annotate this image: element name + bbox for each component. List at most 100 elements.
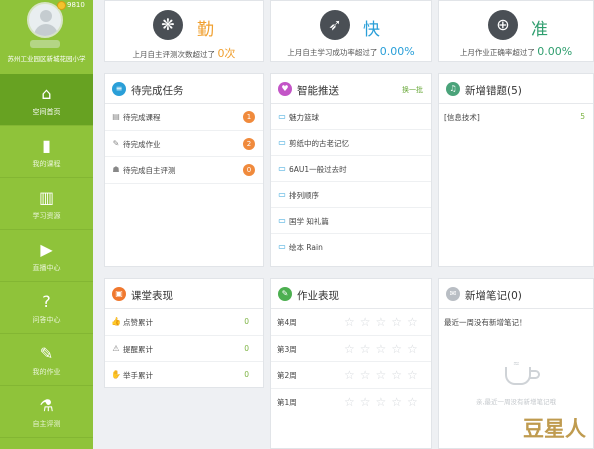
classroom-row: ✋ 举手累计 0 xyxy=(105,362,263,389)
question-icon: ? xyxy=(42,292,51,311)
pencil-icon: ✎ xyxy=(278,287,292,301)
push-item-label: 绘本 Rain xyxy=(289,243,323,252)
nav-item-live[interactable]: ▶ 直播中心 xyxy=(0,230,93,282)
push-item-label: 排列顺序 xyxy=(289,191,319,200)
nav-label: 学习资源 xyxy=(32,212,61,220)
target-icon: ⊕ xyxy=(488,10,518,40)
push-item[interactable]: ▭ 魅力篮球 xyxy=(271,104,431,130)
wrong-count: 5 xyxy=(580,112,585,121)
homework-week-row: 第1周 ☆☆☆☆☆ xyxy=(271,389,431,416)
panel-title: 课堂表现 xyxy=(131,290,173,302)
push-item[interactable]: ▭ 6AU1一般过去时 xyxy=(271,156,431,182)
nav-item-self-test[interactable]: ⚗ 自主评测 xyxy=(0,386,93,438)
stat-card-speed: ➶ 快 上月自主学习成功率超过了 0.00% xyxy=(270,0,432,62)
bell-icon: ♫ xyxy=(446,82,460,96)
nav-label: 问答中心 xyxy=(32,316,61,324)
coffee-cup-icon: ≈ xyxy=(503,359,543,389)
stat-title: 勤 xyxy=(197,20,214,40)
document-icon: ▤ xyxy=(112,112,120,121)
task-label: 待完成自主评测 xyxy=(123,166,176,175)
week-label: 第4周 xyxy=(277,318,297,327)
star-rating: ☆☆☆☆☆ xyxy=(344,368,423,382)
warning-icon: ⚠ xyxy=(112,343,120,353)
push-item[interactable]: ▭ 绘本 Rain xyxy=(271,234,431,260)
task-count-badge: 0 xyxy=(243,164,255,176)
panel-header: ≡ 待完成任务 xyxy=(105,74,263,104)
homework-week-row: 第4周 ☆☆☆☆☆ xyxy=(271,309,431,336)
notes-message-row: 最近一周没有新增笔记！ xyxy=(439,309,593,336)
homework-week-row: 第3周 ☆☆☆☆☆ xyxy=(271,336,431,362)
empty-state-text: 亲,最近一周没有新增笔记哦 xyxy=(475,398,557,406)
push-item[interactable]: ▭ 排列顺序 xyxy=(271,182,431,208)
flask-icon: ⚗ xyxy=(39,396,54,415)
push-item[interactable]: ▭ 国学 知礼篇 xyxy=(271,208,431,234)
panel-title: 智能推送 xyxy=(297,85,339,97)
nav-item-courses[interactable]: ▮ 我的课程 xyxy=(0,126,93,178)
push-panel: ♥ 智能推送 换一批 ▭ 魅力篮球 ▭ 剪纸中的古老记忆 ▭ 6AU1一般过去时… xyxy=(270,73,432,267)
video-icon: ▭ xyxy=(278,216,286,225)
task-row[interactable]: ▤ 待完成课程 1 xyxy=(105,104,263,131)
pencil-icon: ✎ xyxy=(112,138,120,148)
classroom-count: 0 xyxy=(244,317,249,326)
panel-title: 新增笔记(0) xyxy=(465,290,522,302)
subject-label: [信息技术] xyxy=(444,113,480,122)
stat-line: 上月自主学习成功率超过了 0.00% xyxy=(287,45,415,58)
hand-icon: ✋ xyxy=(111,370,121,379)
home-icon: ⌂ xyxy=(41,84,52,103)
task-count-badge: 1 xyxy=(243,111,255,123)
stat-line: 上月自主评测次数超过了 0次 xyxy=(132,47,236,60)
play-icon: ▶ xyxy=(40,240,53,259)
nav-item-resources[interactable]: ▥ 学习资源 xyxy=(0,178,93,230)
star-rating: ☆☆☆☆☆ xyxy=(344,394,423,409)
stat-line: 上月作业正确率超过了 0.00% xyxy=(459,45,573,58)
task-label: 待完成课程 xyxy=(123,113,161,122)
coin-count: 9810 xyxy=(67,1,85,9)
task-row[interactable]: ☗ 待完成自主评测 0 xyxy=(105,157,263,184)
star-rating: ☆☆☆☆☆ xyxy=(344,315,423,329)
push-item[interactable]: ▭ 剪纸中的古老记忆 xyxy=(271,130,431,156)
homework-week-row: 第2周 ☆☆☆☆☆ xyxy=(271,362,431,389)
classroom-count: 0 xyxy=(244,343,249,353)
school-name: 苏州工业园区新城花园小学 xyxy=(7,55,86,63)
panel-title: 新增错题(5) xyxy=(465,85,522,97)
heart-icon: ♥ xyxy=(278,82,292,96)
refresh-link[interactable]: 换一批 xyxy=(402,85,423,95)
clipboard-icon: ▣ xyxy=(112,287,126,301)
notes-message: 最近一周没有新增笔记！ xyxy=(444,318,527,327)
user-name xyxy=(30,40,60,48)
nav-label: 空间首页 xyxy=(32,108,61,116)
classroom-label: 点赞累计 xyxy=(123,318,153,327)
rocket-icon: ➶ xyxy=(320,10,350,40)
classroom-row: 👍 点赞累计 0 xyxy=(105,309,263,336)
stat-title: 快 xyxy=(363,20,380,40)
sidebar-nav: ⌂ 空间首页 ▮ 我的课程 ▥ 学习资源 ▶ 直播中心 ? 问答中心 ✎ 我的作… xyxy=(0,74,93,438)
video-icon: ▭ xyxy=(278,164,286,173)
tasks-panel: ≡ 待完成任务 ▤ 待完成课程 1 ✎ 待完成作业 2 ☗ 待完成自主评测 0 xyxy=(104,73,264,267)
wrong-question-row[interactable]: [信息技术] 5 xyxy=(439,104,593,131)
video-icon: ▭ xyxy=(278,138,286,147)
user-icon: ☗ xyxy=(112,165,120,174)
star-rating: ☆☆☆☆☆ xyxy=(344,341,423,356)
classroom-label: 提醒累计 xyxy=(123,344,153,354)
task-count-badge: 2 xyxy=(243,137,255,150)
thumb-icon: 👍 xyxy=(111,317,121,326)
nav-item-home[interactable]: ⌂ 空间首页 xyxy=(0,74,93,126)
note-icon: ✉ xyxy=(446,287,460,301)
library-icon: ▥ xyxy=(38,188,55,207)
panel-header: ▣ 课堂表现 xyxy=(105,279,263,309)
wrong-questions-panel: ♫ 新增错题(5) [信息技术] 5 xyxy=(438,73,594,267)
panel-header: ✉ 新增笔记(0) xyxy=(439,279,593,309)
nav-label: 直播中心 xyxy=(32,264,61,272)
bee-icon: ❋ xyxy=(153,10,183,40)
sidebar: 9810 苏州工业园区新城花园小学 ⌂ 空间首页 ▮ 我的课程 ▥ 学习资源 ▶… xyxy=(0,0,93,449)
task-row[interactable]: ✎ 待完成作业 2 xyxy=(105,131,263,157)
panel-title: 待完成任务 xyxy=(131,85,184,97)
panel-header: ✎ 作业表现 xyxy=(271,279,431,309)
classroom-panel: ▣ 课堂表现 👍 点赞累计 0 ⚠ 提醒累计 0 ✋ 举手累计 0 xyxy=(104,278,264,388)
nav-item-homework[interactable]: ✎ 我的作业 xyxy=(0,334,93,386)
push-item-label: 魅力篮球 xyxy=(289,113,319,122)
nav-item-qa[interactable]: ? 问答中心 xyxy=(0,282,93,334)
stat-card-diligence: ❋ 勤 上月自主评测次数超过了 0次 xyxy=(104,0,264,62)
push-item-label: 剪纸中的古老记忆 xyxy=(289,139,349,148)
week-label: 第2周 xyxy=(277,371,297,380)
